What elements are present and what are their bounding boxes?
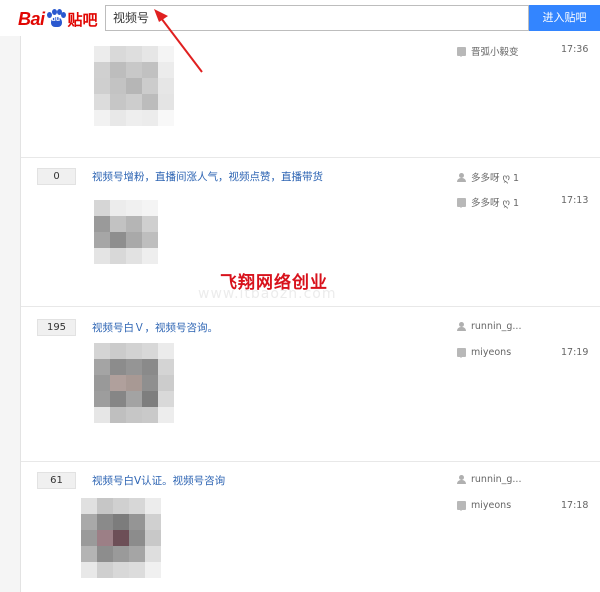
reply-count-badge: 0 <box>37 168 76 185</box>
last-reply-info: 多多呀 ღ 1 <box>457 195 519 209</box>
thread-thumbnail[interactable] <box>81 498 161 578</box>
thread-author-info: 多多呀 ღ 1 <box>457 170 519 184</box>
reply-bubble-icon <box>457 197 466 208</box>
last-replier-name[interactable]: 多多呀 ღ 1 <box>471 195 519 209</box>
author-name[interactable]: runnin_g... <box>471 474 521 485</box>
logo-text-tieba: 贴吧 <box>67 10 98 29</box>
user-icon <box>457 172 466 182</box>
last-reply-info: miyeons <box>457 347 511 358</box>
top-search-bar: Bai 贴吧 视频号 进入贴吧 <box>0 0 600 36</box>
thread-title-link[interactable]: 视频号增粉，直播间涨人气，视频点赞，直播带货 <box>92 169 323 184</box>
thread-list: 晋弧小毅变 17:36 0 视频号增粉，直播间涨人气，视频点赞，直播带货 多多呀… <box>20 36 600 592</box>
last-replier-name[interactable]: miyeons <box>471 500 511 511</box>
thread-author-info: runnin_g... <box>457 474 521 485</box>
search-input[interactable]: 视频号 <box>105 5 529 31</box>
thread-thumbnail[interactable] <box>94 343 174 423</box>
reply-count-badge: 195 <box>37 319 76 336</box>
thread-item: 61 视频号白V认证。视频号咨询 runnin_g... miyeons 17:… <box>21 462 600 592</box>
reply-time: 17:36 <box>561 44 589 55</box>
last-replier-name[interactable]: miyeons <box>471 347 511 358</box>
thread-thumbnail[interactable] <box>94 46 174 126</box>
thread-item: 晋弧小毅变 17:36 <box>21 36 600 158</box>
reply-time: 17:18 <box>561 500 589 511</box>
thread-author-info: runnin_g... <box>457 321 521 332</box>
reply-count-badge: 61 <box>37 472 76 489</box>
watermark-text: 飞翔网络创业 <box>220 273 328 293</box>
thread-title-link[interactable]: 视频号白V认证。视频号咨询 <box>92 473 225 488</box>
logo-text-bai: Bai <box>18 8 45 29</box>
author-name[interactable]: runnin_g... <box>471 321 521 332</box>
user-icon <box>457 322 466 331</box>
user-icon <box>457 475 466 484</box>
reply-time: 17:19 <box>561 347 589 358</box>
last-reply-info: miyeons <box>457 500 511 511</box>
baidu-tieba-logo[interactable]: Bai 贴吧 <box>18 7 98 31</box>
reply-bubble-icon <box>457 348 466 358</box>
reply-time: 17:13 <box>561 195 589 206</box>
reply-bubble-icon <box>457 46 466 57</box>
author-name[interactable]: 多多呀 ღ 1 <box>471 170 519 184</box>
thread-item: 195 视频号白Ｖ，视频号咨询。 runnin_g... miyeons 17:… <box>21 307 600 462</box>
last-reply-info: 晋弧小毅变 <box>457 44 519 58</box>
thread-thumbnail[interactable] <box>94 200 158 264</box>
thread-title-link[interactable]: 视频号白Ｖ，视频号咨询。 <box>92 320 218 335</box>
enter-tieba-button[interactable]: 进入贴吧 <box>529 5 600 31</box>
paw-icon <box>46 9 66 29</box>
last-replier-name[interactable]: 晋弧小毅变 <box>471 44 519 58</box>
reply-bubble-icon <box>457 501 466 511</box>
